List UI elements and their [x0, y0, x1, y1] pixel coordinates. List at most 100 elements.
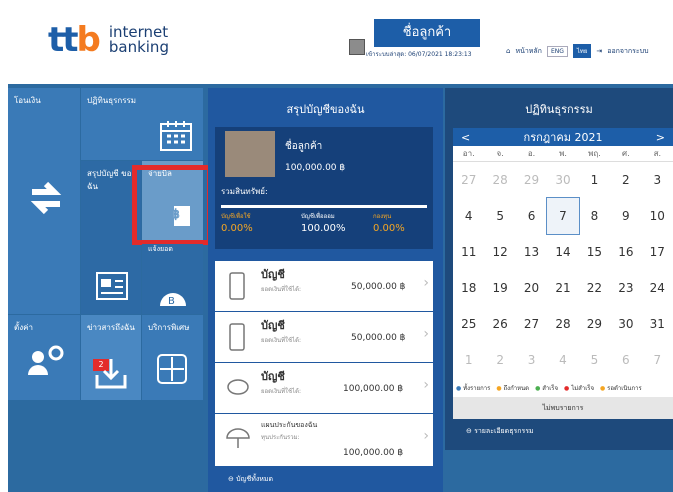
calendar-day[interactable]: 28 [484, 162, 515, 198]
calendar-day[interactable]: 1 [453, 342, 484, 378]
account-sub: ทุนประกันรวม: [261, 434, 300, 441]
calendar-day[interactable]: 4 [547, 342, 578, 378]
calendar-day[interactable]: 29 [516, 162, 547, 198]
calendar-day[interactable]: 14 [547, 234, 578, 270]
avatar [349, 39, 365, 55]
calendar-day[interactable]: 25 [453, 306, 484, 342]
umbrella-icon [226, 428, 250, 448]
calendar-day[interactable]: 26 [484, 306, 515, 342]
calendar-day[interactable]: 27 [453, 162, 484, 198]
link-label: รายละเอียดธุรกรรม [474, 427, 534, 435]
tile-transfer[interactable]: โอนเงิน [8, 88, 80, 314]
account-card[interactable]: บัญชี ยอดเงินที่ใช้ได้: 100,000.00 ฿ › [215, 363, 433, 413]
calendar-day[interactable]: 20 [516, 270, 547, 306]
calendar-title: ปฏิทินธุรกรรม [525, 103, 593, 116]
weekday-label: ศ. [610, 146, 642, 162]
ttb-logo[interactable]: ttb internet banking [48, 20, 169, 60]
legend-item: ● รอดำเนินการ [600, 383, 642, 393]
calendar-day[interactable]: 7 [642, 342, 673, 378]
calendar-day[interactable]: 1 [579, 162, 610, 198]
calendar-day[interactable]: 21 [547, 270, 578, 306]
account-sub: ยอดเงินที่ใช้ได้: [261, 286, 301, 293]
calendar-day[interactable]: 5 [484, 198, 515, 234]
calendar-day[interactable]: 17 [642, 234, 673, 270]
tile-news[interactable]: ข่าวสารถึงฉัน 2 [81, 315, 141, 400]
col-label: บัญชีเพื่อใช้ [221, 213, 251, 220]
tile-label: ข่าวสารถึงฉัน [87, 323, 135, 332]
tile-services[interactable]: บริการพิเศษ [142, 315, 203, 400]
tile-settings[interactable]: ตั้งค่า [8, 315, 80, 400]
calendar-day[interactable]: 4 [453, 198, 484, 234]
account-title: บัญชี [261, 319, 285, 332]
lang-th[interactable]: ไทย [572, 44, 592, 58]
calendar-day[interactable]: 31 [642, 306, 673, 342]
logout-icon[interactable]: ⇥ [596, 47, 602, 55]
calendar-day[interactable]: 12 [484, 234, 515, 270]
chevron-right-icon: › [423, 428, 429, 444]
chevron-right-icon: › [423, 326, 429, 342]
calendar-day[interactable]: 19 [484, 270, 515, 306]
calendar-day[interactable]: 10 [642, 198, 673, 234]
calendar-day[interactable]: 9 [610, 198, 641, 234]
weekday-label: อา. [453, 146, 485, 162]
calendar-day[interactable]: 27 [516, 306, 547, 342]
calendar-day[interactable]: 8 [579, 198, 610, 234]
calendar-day[interactable]: 29 [579, 306, 610, 342]
customer-name: ชื่อลูกค้า [285, 141, 323, 152]
calendar-day[interactable]: 28 [547, 306, 578, 342]
calendar-day[interactable]: 7 [546, 197, 580, 235]
tile-partial[interactable]: แจ้งยอด B [142, 244, 203, 314]
logout-link[interactable]: ออกจากระบบ [607, 46, 648, 57]
insurance-card[interactable]: แผนประกันของฉัน ทุนประกันรวม: 100,000.00… [215, 414, 433, 466]
no-transactions: ไม่พบรายการ [453, 397, 673, 419]
customer-name-button[interactable]: ชื่อลูกค้า [374, 19, 480, 47]
calendar-day[interactable]: 6 [610, 342, 641, 378]
calendar-day[interactable]: 13 [516, 234, 547, 270]
calendar-day[interactable]: 5 [579, 342, 610, 378]
account-title: แผนประกันของฉัน [261, 421, 318, 429]
calendar-day[interactable]: 2 [610, 162, 641, 198]
more-icon: ⊖ [228, 475, 234, 483]
legend-label: ทั้งรายการ [463, 384, 491, 392]
home-icon[interactable]: ⌂ [506, 47, 510, 55]
calendar-day[interactable]: 30 [610, 306, 641, 342]
assets-label: รวมสินทรัพย์: [221, 187, 268, 196]
summary-title: สรุปบัญชีของฉัน [286, 103, 365, 116]
all-accounts-link[interactable]: ⊖ บัญชีทั้งหมด [228, 474, 273, 485]
calendar-day[interactable]: 23 [610, 270, 641, 306]
tile-transactions[interactable]: ปฏิทินธุรกรรม [81, 88, 203, 160]
calendar-day[interactable]: 2 [484, 342, 515, 378]
calendar-day[interactable]: 3 [516, 342, 547, 378]
transaction-details-link[interactable]: ⊖ รายละเอียดธุรกรรม [466, 426, 534, 437]
next-month-button[interactable]: > [656, 131, 665, 144]
account-card[interactable]: บัญชี ยอดเงินที่ใช้ได้: 50,000.00 ฿ › [215, 312, 433, 362]
weekday-label: พฤ. [578, 146, 611, 162]
pct-value: 0.00% [373, 223, 405, 234]
home-link[interactable]: หน้าหลัก [515, 46, 541, 57]
calendar-day[interactable]: 11 [453, 234, 484, 270]
account-sub: ยอดเงินที่ใช้ได้: [261, 388, 301, 395]
prev-month-button[interactable]: < [461, 131, 470, 144]
calendar-day[interactable]: 18 [453, 270, 484, 306]
inbox-icon [95, 359, 127, 389]
legend-item: ● สำเร็จ [535, 383, 558, 393]
calendar-day[interactable]: 22 [579, 270, 610, 306]
calendar-day[interactable]: 6 [516, 198, 547, 234]
legend-item: ● ทั้งรายการ [456, 383, 490, 393]
account-card[interactable]: บัญชี ยอดเงินที่ใช้ได้: 50,000.00 ฿ › [215, 261, 433, 311]
calendar-day[interactable]: 3 [642, 162, 673, 198]
calendar-day[interactable]: 24 [642, 270, 673, 306]
header: ttb internet banking ชื่อลูกค้า เข้าระบบล… [8, 0, 673, 84]
account-title: บัญชี [261, 370, 285, 383]
calendar: < กรกฎาคม 2021 > อา. จ. อ. พ. พฤ. ศ. ส. 27 28 29 3… [453, 128, 673, 378]
calendar-day[interactable]: 30 [547, 162, 578, 198]
page: ttb internet banking ชื่อลูกค้า เข้าระบบล… [8, 0, 673, 492]
summary-card[interactable]: ชื่อลูกค้า 100,000.00 ฿ รวมสินทรัพย์: บั… [215, 127, 433, 249]
calendar-day[interactable]: 15 [579, 234, 610, 270]
lang-en[interactable]: ENG [546, 45, 568, 57]
tile-label: สรุปบัญชี ของฉัน [87, 169, 136, 191]
account-title: บัญชี [261, 268, 285, 281]
calendar-day[interactable]: 16 [610, 234, 641, 270]
transfer-icon [30, 181, 62, 215]
tile-label: ปฏิทินธุรกรรม [87, 96, 137, 105]
